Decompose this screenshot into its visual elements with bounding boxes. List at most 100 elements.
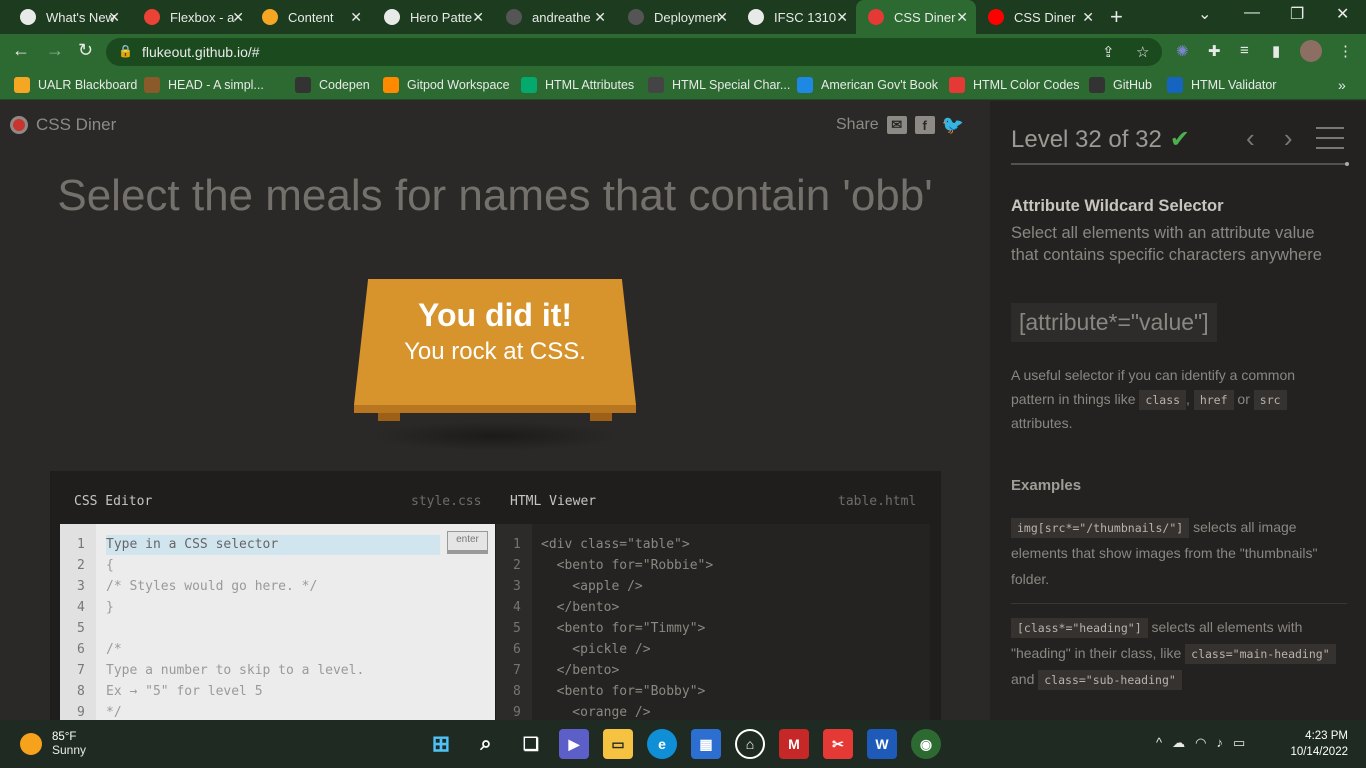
profile-avatar[interactable]: [1300, 40, 1322, 62]
media-control-icon[interactable]: ≡: [1240, 42, 1249, 59]
close-tab-icon[interactable]: ✕: [716, 9, 728, 26]
clock[interactable]: 4:23 PM 10/14/2022: [1286, 728, 1348, 760]
new-tab-button[interactable]: +: [1110, 4, 1123, 30]
level-menu-icon[interactable]: [1316, 127, 1344, 149]
tab-4[interactable]: andreathe ✕: [494, 0, 614, 34]
edge-icon[interactable]: e: [647, 729, 677, 759]
html-code-line[interactable]: <apple />: [541, 579, 642, 594]
tab-search-icon[interactable]: ⌄: [1198, 4, 1211, 24]
html-code-line[interactable]: <bento for="Robbie">: [541, 558, 714, 573]
volume-icon[interactable]: ♪: [1216, 735, 1223, 751]
win-message: You did it! You rock at CSS.: [354, 297, 636, 366]
cloud-icon[interactable]: ☁: [1172, 735, 1185, 751]
restore-icon[interactable]: ❐: [1290, 4, 1304, 24]
app-icon[interactable]: ⌂: [735, 729, 765, 759]
bookmark-item[interactable]: HTML Color Codes: [949, 77, 1080, 93]
line-number: 8: [77, 684, 85, 699]
close-tab-icon[interactable]: ✕: [594, 9, 606, 26]
side-panel-icon[interactable]: ▮: [1272, 42, 1280, 60]
bookmark-item[interactable]: HTML Special Char...: [648, 77, 790, 93]
bookmark-star-icon[interactable]: ☆: [1136, 43, 1149, 61]
tab-1[interactable]: Flexbox - a ✕: [132, 0, 252, 34]
bookmark-item[interactable]: Codepen: [295, 77, 370, 93]
line-number: 3: [513, 579, 521, 594]
css-selector-input[interactable]: Type in a CSS selector: [106, 535, 440, 555]
html-code-line[interactable]: </bento>: [541, 663, 620, 678]
html-code-line[interactable]: <div class="table">: [541, 537, 690, 552]
weather-widget[interactable]: 85°F Sunny: [20, 731, 86, 757]
tab-5[interactable]: Deploymen ✕: [616, 0, 736, 34]
bookmark-item[interactable]: HTML Validator: [1167, 77, 1276, 93]
bookmark-item[interactable]: UALR Blackboard: [14, 77, 137, 93]
share-page-icon[interactable]: ⇪: [1102, 43, 1115, 61]
twitter-share-icon[interactable]: 🐦: [942, 115, 964, 135]
tab-6[interactable]: IFSC 1310 ✕: [736, 0, 856, 34]
tab-8[interactable]: CSS Diner ✕: [976, 0, 1102, 34]
wifi-icon[interactable]: ◠: [1195, 735, 1206, 751]
url-text[interactable]: flukeout.github.io/#: [142, 44, 260, 60]
tab-7[interactable]: CSS Diner ✕: [856, 0, 976, 34]
more-bookmarks-icon[interactable]: »: [1338, 77, 1346, 93]
back-icon[interactable]: ←: [12, 40, 30, 61]
task-view-icon[interactable]: ❏: [516, 729, 546, 759]
css-code-line: {: [106, 558, 114, 573]
bookmark-item[interactable]: Gitpod Workspace: [383, 77, 510, 93]
word-icon[interactable]: W: [867, 729, 897, 759]
html-code-line[interactable]: </bento>: [541, 600, 620, 615]
html-code-line[interactable]: <bento for="Timmy">: [541, 621, 706, 636]
search-icon[interactable]: ⌕: [471, 729, 501, 759]
line-number: 9: [77, 705, 85, 720]
html-code-line[interactable]: <orange />: [541, 705, 650, 720]
email-share-icon[interactable]: ✉: [886, 116, 907, 134]
bookmark-label: American Gov't Book: [821, 78, 939, 92]
diner-logo-icon: [10, 116, 28, 134]
enter-button[interactable]: enter: [447, 531, 488, 554]
kebab-menu-icon[interactable]: ⋮: [1338, 42, 1353, 60]
bookmark-item[interactable]: GitHub: [1089, 77, 1152, 93]
store-icon[interactable]: ▦: [691, 729, 721, 759]
win-message-title: You did it!: [417, 297, 573, 333]
teams-chat-icon[interactable]: ▶: [559, 729, 589, 759]
tab-3[interactable]: Hero Patte ✕: [372, 0, 492, 34]
extensions-puzzle-icon[interactable]: ✚: [1208, 42, 1221, 60]
table-edge: [354, 405, 636, 413]
next-level-icon[interactable]: ›: [1284, 123, 1293, 153]
address-bar[interactable]: 🔒 flukeout.github.io/# ⇪ ☆: [106, 38, 1162, 66]
level-nav: ‹ ›: [1246, 123, 1293, 154]
close-tab-icon[interactable]: ✕: [836, 9, 848, 26]
prev-level-icon[interactable]: ‹: [1246, 123, 1255, 153]
bookmark-item[interactable]: HTML Attributes: [521, 77, 634, 93]
globe-icon: [748, 9, 764, 25]
facebook-share-icon[interactable]: f: [914, 116, 935, 134]
bookmark-item[interactable]: American Gov't Book: [797, 77, 938, 93]
close-tab-icon[interactable]: ✕: [108, 9, 120, 26]
system-tray: ^ ☁ ◠ ♪ ▭: [1156, 735, 1245, 751]
snipping-tool-icon[interactable]: ✂: [823, 729, 853, 759]
line-number: 1: [513, 537, 521, 552]
tab-0[interactable]: What's New ✕: [8, 0, 128, 34]
tab-2[interactable]: Content ✕: [250, 0, 370, 34]
html-code-line[interactable]: <bento for="Bobby">: [541, 684, 706, 699]
start-windows-icon[interactable]: ⊞: [426, 729, 456, 759]
w3c-icon: [1167, 77, 1183, 93]
close-tab-icon[interactable]: ✕: [350, 9, 362, 26]
battery-icon[interactable]: ▭: [1233, 735, 1245, 751]
chrome-icon[interactable]: ◉: [911, 729, 941, 759]
close-tab-icon[interactable]: ✕: [472, 9, 484, 26]
globe-icon: [384, 9, 400, 25]
forward-icon[interactable]: →: [46, 40, 64, 61]
bookmark-label: Gitpod Workspace: [407, 78, 510, 92]
minimize-icon[interactable]: —: [1244, 4, 1260, 22]
file-explorer-icon[interactable]: ▭: [603, 729, 633, 759]
close-tab-icon[interactable]: ✕: [232, 9, 244, 26]
mcafee-icon[interactable]: M: [779, 729, 809, 759]
close-tab-icon[interactable]: ✕: [1082, 9, 1094, 26]
extension-gear-icon[interactable]: ✺: [1176, 42, 1189, 60]
html-code-line[interactable]: <pickle />: [541, 642, 650, 657]
reload-icon[interactable]: ↻: [78, 40, 93, 61]
site-logo[interactable]: CSS Diner: [10, 115, 116, 135]
bookmark-item[interactable]: HEAD - A simpl...: [144, 77, 264, 93]
close-window-icon[interactable]: ✕: [1336, 4, 1349, 24]
tray-expand-icon[interactable]: ^: [1156, 735, 1162, 751]
close-tab-icon[interactable]: ✕: [956, 9, 968, 26]
